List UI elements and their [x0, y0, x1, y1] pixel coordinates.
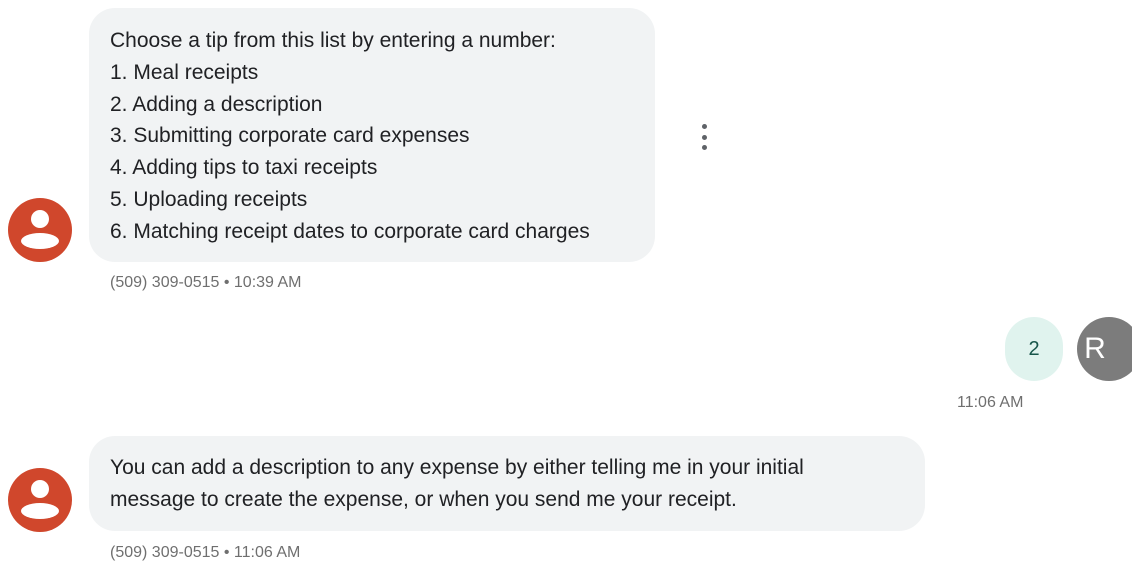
message-timestamp: (509) 309-0515 • 11:06 AM — [110, 544, 301, 561]
message-line: 2. Adding a description — [110, 92, 323, 116]
message-line: 6. Matching receipt dates to corporate c… — [110, 219, 590, 243]
message-line: You can add a description to any expense… — [110, 456, 804, 479]
message-line: 1. Meal receipts — [110, 60, 259, 84]
incoming-message-bubble[interactable]: Choose a tip from this list by entering … — [89, 8, 655, 262]
user-avatar[interactable]: R — [1077, 317, 1132, 381]
message-line: 5. Uploading receipts — [110, 187, 308, 211]
message-line: 4. Adding tips to taxi receipts — [110, 156, 378, 180]
message-line: Choose a tip from this list by entering … — [110, 29, 556, 52]
avatar-initial: R — [1084, 332, 1106, 365]
message-timestamp: 11:06 AM — [957, 394, 1024, 411]
incoming-message-bubble[interactable]: You can add a description to any expense… — [89, 436, 925, 531]
message-line: message to create the expense, or when y… — [110, 487, 737, 511]
person-icon[interactable] — [8, 468, 72, 532]
person-icon[interactable] — [8, 198, 72, 262]
avatar-head-shape — [31, 480, 49, 498]
avatar-head-shape — [31, 210, 49, 228]
message-timestamp: (509) 309-0515 • 10:39 AM — [110, 274, 302, 291]
kebab-dot — [701, 145, 707, 150]
kebab-dot — [701, 124, 707, 129]
avatar-body-shape — [21, 233, 59, 249]
avatar-body-shape — [21, 503, 59, 519]
more-vert-icon[interactable] — [698, 124, 710, 150]
message-text: 2 — [1028, 337, 1040, 360]
outgoing-message-bubble[interactable]: 2 — [1005, 317, 1063, 381]
message-line: 3. Submitting corporate card expenses — [110, 124, 470, 148]
conversation-view: Choose a tip from this list by entering … — [0, 0, 1132, 565]
kebab-dot — [701, 134, 707, 140]
